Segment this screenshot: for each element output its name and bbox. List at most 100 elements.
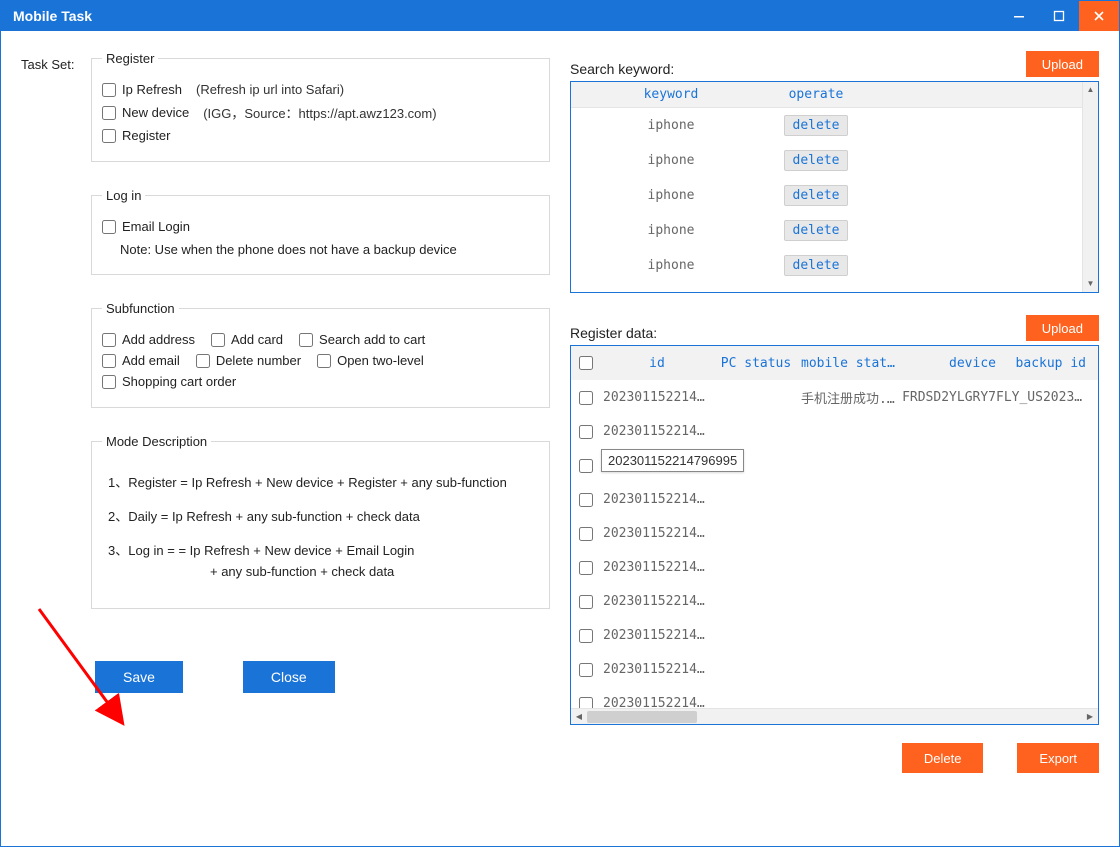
reg-hdr-bak: backup id [996, 356, 1086, 371]
keyword-delete-button[interactable]: delete [784, 255, 849, 276]
keyword-delete-button[interactable]: delete [784, 150, 849, 171]
ip-refresh-checkbox[interactable]: Ip Refresh [102, 82, 182, 97]
mode-line-3: 3、Log in = = Ip Refresh + New device + E… [108, 541, 539, 581]
close-button[interactable]: Close [243, 661, 335, 693]
reg-cell-id: 202301152214... [601, 390, 711, 405]
mode-description-legend: Mode Description [102, 434, 211, 449]
register-row[interactable]: 202301152214... [571, 516, 1098, 550]
ip-refresh-hint: (Refresh ip url into Safari) [196, 82, 344, 97]
reg-hdr-dev: device [901, 356, 996, 371]
email-login-checkbox[interactable]: Email Login [102, 219, 190, 234]
mode-line-1: 1、Register = Ip Refresh + New device + R… [108, 473, 539, 493]
add-card-checkbox[interactable]: Add card [211, 332, 283, 347]
upload-keyword-button[interactable]: Upload [1026, 51, 1099, 77]
reg-cell-id: 202301152214... [601, 560, 711, 575]
new-device-input[interactable] [102, 106, 116, 120]
reg-cell-id: 202301152214... [601, 424, 711, 439]
keyword-row: iphone delete [571, 213, 1082, 248]
upload-register-button[interactable]: Upload [1026, 315, 1099, 341]
reg-cell-id: 202301152214... [601, 628, 711, 643]
keyword-cell: iphone [571, 118, 771, 133]
keyword-cell: iphone [571, 223, 771, 238]
email-login-input[interactable] [102, 220, 116, 234]
minimize-button[interactable] [999, 1, 1039, 31]
keyword-delete-button[interactable]: delete [784, 185, 849, 206]
keyword-table: keyword operate iphone delete iphone delete… [570, 81, 1099, 293]
reg-hdr-pc: PC status [711, 356, 801, 371]
reg-cell-id: 202301152214... [601, 526, 711, 541]
maximize-button[interactable] [1039, 1, 1079, 31]
register-row-checkbox[interactable] [579, 391, 593, 405]
body-pane: Task Set: Register Ip Refresh (Refresh i… [1, 31, 1119, 846]
keyword-header-operate: operate [771, 82, 861, 107]
add-email-checkbox[interactable]: Add email [102, 353, 180, 368]
left-column: Task Set: Register Ip Refresh (Refresh i… [21, 51, 550, 838]
titlebar: Mobile Task [1, 1, 1119, 31]
mode-line-2: 2、Daily = Ip Refresh + any sub-function … [108, 507, 539, 527]
keyword-delete-button[interactable]: delete [784, 220, 849, 241]
register-row[interactable]: 202301152214... [571, 686, 1098, 708]
delete-number-checkbox[interactable]: Delete number [196, 353, 301, 368]
right-column: Search keyword: Upload keyword operate i… [570, 51, 1099, 838]
subfunction-legend: Subfunction [102, 301, 179, 316]
keyword-cell: iphone [571, 188, 771, 203]
reg-cell-id: 202301152214... [601, 696, 711, 708]
register-row-checkbox[interactable] [579, 663, 593, 677]
register-row[interactable]: 202301152214... [571, 414, 1098, 448]
register-select-all[interactable] [579, 356, 593, 370]
close-window-button[interactable] [1079, 1, 1119, 31]
register-row[interactable]: 202301152214... [571, 618, 1098, 652]
delete-button[interactable]: Delete [902, 743, 984, 773]
register-row-checkbox[interactable] [579, 425, 593, 439]
keyword-table-header: keyword operate [571, 82, 1082, 108]
titlebar-buttons [999, 1, 1119, 31]
register-row-checkbox[interactable] [579, 561, 593, 575]
register-data-label: Register data: [570, 325, 657, 341]
keyword-row: iphone delete [571, 108, 1082, 143]
app-window: Mobile Task Task Set: Register [0, 0, 1120, 847]
new-device-hint: (IGG，Source：https://apt.awz123.com) [203, 103, 436, 122]
shopping-cart-order-checkbox[interactable]: Shopping cart order [102, 374, 236, 389]
search-cart-checkbox[interactable]: Search add to cart [299, 332, 425, 347]
keyword-scrollbar[interactable]: ▲ ▼ [1082, 82, 1098, 292]
h-scroll-thumb[interactable] [587, 711, 697, 723]
window-title: Mobile Task [13, 8, 92, 24]
login-legend: Log in [102, 188, 145, 203]
register-row[interactable]: 202301152214... [571, 482, 1098, 516]
reg-cell-id: 202301152214... [601, 492, 711, 507]
register-row[interactable]: 202301152214... [571, 652, 1098, 686]
keyword-row: iphone delete [571, 248, 1082, 283]
reg-cell-id: 202301152214... [601, 662, 711, 677]
reg-hdr-id: id [601, 356, 711, 371]
register-row-checkbox[interactable] [579, 629, 593, 643]
ip-refresh-input[interactable] [102, 83, 116, 97]
keyword-header-keyword: keyword [571, 82, 771, 107]
login-note: Note: Use when the phone does not have a… [120, 240, 537, 260]
register-checkbox[interactable]: Register [102, 128, 170, 143]
register-row-checkbox[interactable] [579, 527, 593, 541]
register-row[interactable]: 202301152214...手机注册成功...FRDSD2YLGRY7FLY_… [571, 380, 1098, 414]
reg-hdr-mob: mobile status [801, 356, 901, 371]
reg-cell-bak: FLY_US202301... [996, 390, 1086, 405]
keyword-delete-button[interactable]: delete [784, 115, 849, 136]
keyword-row: iphone delete [571, 178, 1082, 213]
register-row-checkbox[interactable] [579, 697, 593, 709]
task-set-label: Task Set: [21, 51, 91, 693]
register-row-checkbox[interactable] [579, 459, 593, 473]
register-row[interactable]: 202301152214... [571, 584, 1098, 618]
new-device-checkbox[interactable]: New device [102, 105, 189, 120]
register-row-checkbox[interactable] [579, 493, 593, 507]
reg-cell-mob: 手机注册成功... [801, 388, 901, 407]
register-h-scrollbar[interactable]: ◀ ▶ [571, 708, 1098, 724]
keyword-cell: iphone [571, 258, 771, 273]
export-button[interactable]: Export [1017, 743, 1099, 773]
register-group: Register Ip Refresh (Refresh ip url into… [91, 51, 550, 162]
save-button[interactable]: Save [95, 661, 183, 693]
register-input[interactable] [102, 129, 116, 143]
add-address-checkbox[interactable]: Add address [102, 332, 195, 347]
register-row-checkbox[interactable] [579, 595, 593, 609]
register-row[interactable]: 202301152214... [571, 550, 1098, 584]
mode-description-group: Mode Description 1、Register = Ip Refresh… [91, 434, 550, 609]
open-two-level-checkbox[interactable]: Open two-level [317, 353, 424, 368]
subfunction-group: Subfunction Add address Add card Search … [91, 301, 550, 408]
